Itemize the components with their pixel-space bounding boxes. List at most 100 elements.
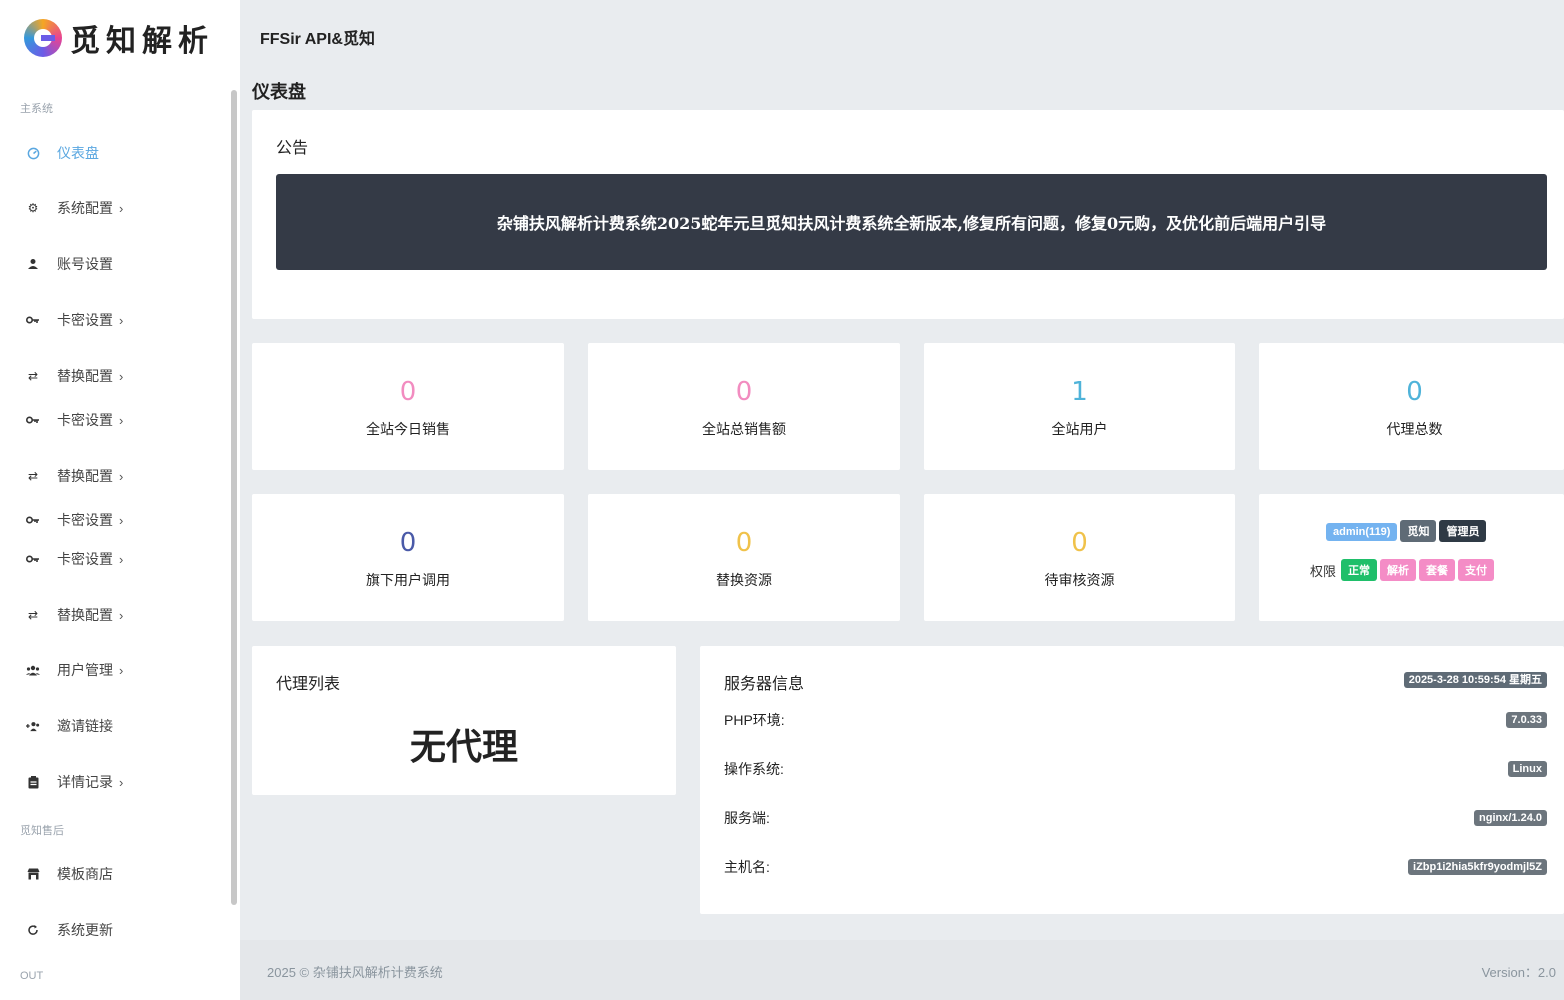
key-icon xyxy=(26,313,40,327)
gear-icon: ⚙ xyxy=(27,201,39,215)
sidebar-item-card-settings[interactable]: 卡密设置 › xyxy=(26,510,123,530)
stat-card-pending-resources: 0 待审核资源 xyxy=(924,494,1235,621)
perm-badge-payment: 支付 xyxy=(1458,559,1495,581)
role-badge: 管理员 xyxy=(1439,520,1487,542)
stat-label: 全站总销售额 xyxy=(702,421,786,437)
key-icon xyxy=(26,513,40,527)
stat-label: 替换资源 xyxy=(716,572,772,588)
sidebar-scrollbar[interactable] xyxy=(231,90,237,905)
user-badges: admin(119) 觅知 管理员 xyxy=(1326,520,1489,542)
stat-card-replace-resources: 0 替换资源 xyxy=(588,494,900,621)
server-row-os: 操作系统: Linux xyxy=(724,759,1547,779)
agent-list-card: 代理列表 无代理 xyxy=(252,646,676,795)
stat-card-agent-count: 0 代理总数 xyxy=(1259,343,1564,470)
brand-name: 觅知解析 xyxy=(70,24,214,59)
notice-text: 杂铺扶风解析计费系统2025蛇年元旦觅知扶风计费系统全新版本,修复所有问题，修复… xyxy=(496,214,1327,233)
server-value: Linux xyxy=(1507,761,1547,777)
stat-label: 待审核资源 xyxy=(1044,572,1115,588)
agent-empty-text: 无代理 xyxy=(409,726,518,767)
sidebar-item-card-settings[interactable]: 卡密设置 › xyxy=(26,410,123,430)
server-datetime: 2025-3-28 10:59:54 星期五 xyxy=(1403,670,1547,688)
top-bar: FFSir API&觅知 xyxy=(240,0,1564,70)
server-key: PHP环境: xyxy=(724,712,785,728)
dashboard-icon xyxy=(26,146,40,160)
sidebar-item-label: 卡密设置 xyxy=(57,412,113,428)
sidebar-item-replace-config[interactable]: ⇄ 替换配置 › xyxy=(26,605,123,625)
stat-label: 代理总数 xyxy=(1386,421,1443,437)
server-value: nginx/1.24.0 xyxy=(1474,810,1547,826)
header-title: FFSir API&觅知 xyxy=(260,31,375,48)
brand-logo[interactable]: 觅知解析 xyxy=(24,14,214,62)
stat-card-total-users: 1 全站用户 xyxy=(924,343,1235,470)
notice-title: 公告 xyxy=(276,140,309,157)
footer-copyright: 2025 © 杂铺扶风解析计费系统 xyxy=(267,965,443,980)
stat-value: 0 xyxy=(1071,528,1088,558)
chevron-right-icon: › xyxy=(119,468,124,484)
user-info-card: admin(119) 觅知 管理员 权限 正常 解析 套餐 支付 xyxy=(1259,494,1564,621)
sidebar-item-account[interactable]: 账号设置 xyxy=(26,254,113,274)
server-info-title: 服务器信息 xyxy=(724,676,805,693)
footer: 2025 © 杂铺扶风解析计费系统 Version：2.0 xyxy=(240,940,1564,1000)
sidebar-section-after-sales: 觅知售后 xyxy=(20,825,64,837)
sidebar-item-user-management[interactable]: 用户管理 › xyxy=(26,660,123,680)
sidebar-item-card-settings[interactable]: 卡密设置 › xyxy=(26,549,123,569)
server-row-hostname: 主机名: iZbp1i2hia5kfr9yodmjl5Z xyxy=(724,857,1547,877)
sidebar-item-dashboard[interactable]: 仪表盘 xyxy=(26,143,99,163)
footer-version: Version：2.0 xyxy=(1481,965,1556,980)
key-icon xyxy=(26,552,40,566)
notice-card: 公告 杂铺扶风解析计费系统2025蛇年元旦觅知扶风计费系统全新版本,修复所有问题… xyxy=(252,110,1564,319)
sidebar-item-invite-link[interactable]: 邀请链接 xyxy=(26,716,113,736)
sidebar-item-label: 邀请链接 xyxy=(57,718,113,734)
stat-card-today-sales: 0 全站今日销售 xyxy=(252,343,564,470)
server-key: 服务端: xyxy=(724,810,770,826)
key-icon xyxy=(26,413,40,427)
server-value: iZbp1i2hia5kfr9yodmjl5Z xyxy=(1408,859,1547,875)
datetime-badge: 2025-3-28 10:59:54 星期五 xyxy=(1403,672,1547,688)
server-row-php: PHP环境: 7.0.33 xyxy=(724,710,1547,730)
perm-badge-normal: 正常 xyxy=(1341,559,1378,581)
sidebar-item-template-store[interactable]: 模板商店 xyxy=(26,864,113,884)
stat-value: 0 xyxy=(399,528,417,558)
stat-value: 1 xyxy=(1071,377,1088,407)
chevron-right-icon: › xyxy=(119,200,124,216)
stat-value: 0 xyxy=(735,377,753,407)
sidebar-item-card-settings[interactable]: 卡密设置 › xyxy=(26,310,123,330)
sidebar-item-replace-config[interactable]: ⇄ 替换配置 › xyxy=(26,466,123,486)
sidebar-item-label: 账号设置 xyxy=(57,256,113,272)
sidebar-item-system-update[interactable]: 系统更新 xyxy=(26,920,113,940)
sidebar-item-label: 仪表盘 xyxy=(57,145,99,161)
stat-label: 全站今日销售 xyxy=(366,421,450,437)
chevron-right-icon: › xyxy=(119,312,124,328)
server-key: 主机名: xyxy=(724,859,770,875)
username-badge: admin(119) xyxy=(1326,523,1398,541)
server-row-server: 服务端: nginx/1.24.0 xyxy=(724,808,1547,828)
chevron-right-icon: › xyxy=(119,412,124,428)
permission-row: 权限 正常 解析 套餐 支付 xyxy=(1310,559,1497,581)
chevron-right-icon: › xyxy=(119,607,124,623)
stat-label: 旗下用户调用 xyxy=(366,572,450,588)
sidebar-item-label: 用户管理 xyxy=(57,662,113,678)
stat-value: 0 xyxy=(399,377,417,407)
sidebar-item-label: 卡密设置 xyxy=(57,512,113,528)
group-badge: 觅知 xyxy=(1400,520,1437,542)
swap-icon: ⇄ xyxy=(27,369,39,383)
sidebar-item-label: 系统更新 xyxy=(57,922,113,938)
sidebar-item-detail-records[interactable]: 详情记录 › xyxy=(26,772,123,792)
sidebar-item-label: 替换配置 xyxy=(57,607,113,623)
refresh-icon xyxy=(26,923,40,937)
sidebar-item-label: 详情记录 xyxy=(57,774,113,790)
stat-card-total-sales: 0 全站总销售额 xyxy=(588,343,900,470)
notice-banner: 杂铺扶风解析计费系统2025蛇年元旦觅知扶风计费系统全新版本,修复所有问题，修复… xyxy=(276,174,1547,270)
chevron-right-icon: › xyxy=(119,368,124,384)
logo-icon xyxy=(24,19,62,57)
page-title: 仪表盘 xyxy=(252,82,306,102)
chevron-right-icon: › xyxy=(119,774,124,790)
sidebar: 觅知解析 主系统 仪表盘 ⚙ 系统配置 › 账号设置 卡密设置 › ⇄ 替换配置… xyxy=(0,0,240,1000)
sidebar-item-system-config[interactable]: ⚙ 系统配置 › xyxy=(26,198,124,218)
stat-value: 0 xyxy=(735,528,753,558)
sidebar-item-label: 模板商店 xyxy=(57,866,113,882)
perm-badge-package: 套餐 xyxy=(1419,559,1456,581)
stat-label: 全站用户 xyxy=(1051,421,1108,437)
sidebar-item-replace-config[interactable]: ⇄ 替换配置 › xyxy=(26,366,123,386)
stat-card-sub-user-calls: 0 旗下用户调用 xyxy=(252,494,564,621)
